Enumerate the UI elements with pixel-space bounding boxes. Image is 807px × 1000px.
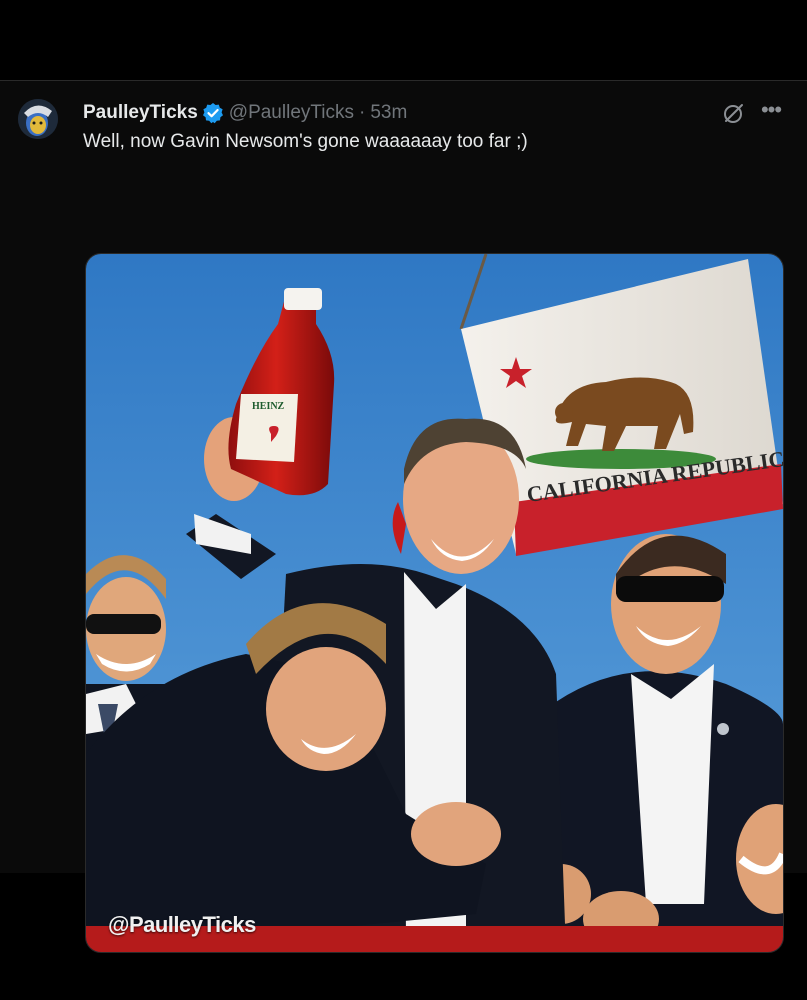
- post-text: Well, now Gavin Newsom's gone waaaaaay t…: [83, 131, 528, 152]
- post[interactable]: PaulleyTicks @PaulleyTicks · 53m Well, n…: [0, 80, 807, 953]
- bottle-label: HEINZ: [252, 401, 285, 412]
- post-header: PaulleyTicks @PaulleyTicks · 53m: [83, 101, 407, 125]
- grok-icon[interactable]: [722, 101, 746, 125]
- watermark: @PaulleyTicks: [108, 912, 256, 937]
- more-options-icon[interactable]: •••: [757, 99, 785, 123]
- avatar[interactable]: [18, 99, 58, 139]
- verified-badge-icon: [202, 102, 224, 124]
- timestamp[interactable]: 53m: [370, 102, 407, 124]
- author-handle[interactable]: @PaulleyTicks: [229, 102, 354, 124]
- app-frame: PaulleyTicks @PaulleyTicks · 53m Well, n…: [0, 0, 807, 1000]
- author-name[interactable]: PaulleyTicks: [83, 102, 198, 124]
- separator: ·: [359, 102, 366, 123]
- post-image[interactable]: CALIFORNIA REPUBLIC HEINZ @PaulleyTicks: [85, 253, 784, 953]
